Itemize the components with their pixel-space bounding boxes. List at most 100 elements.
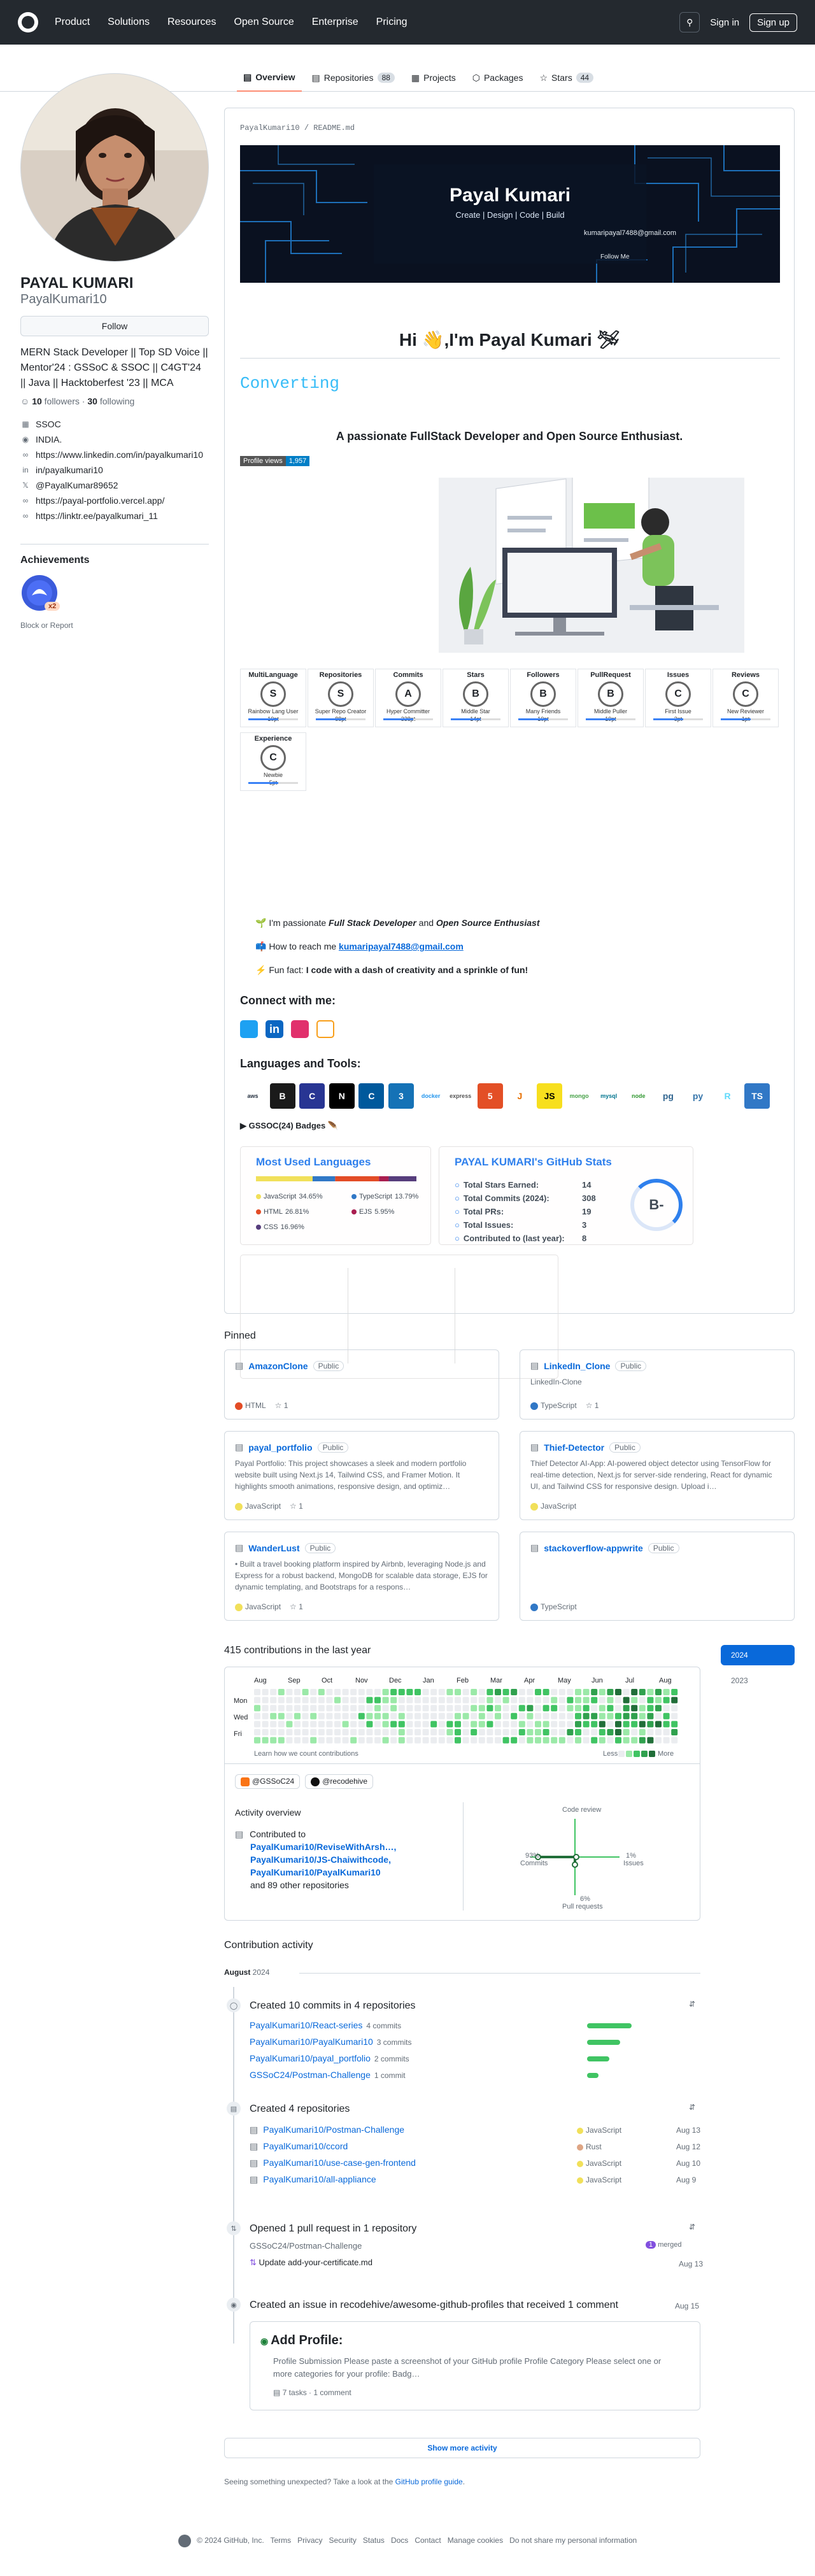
contribution-day[interactable] [294, 1712, 301, 1719]
contribution-day[interactable] [486, 1737, 493, 1744]
contribution-day[interactable] [518, 1737, 525, 1744]
contribution-day[interactable] [471, 1737, 478, 1744]
contribution-day[interactable] [342, 1705, 349, 1712]
contribution-day[interactable] [655, 1705, 662, 1712]
tab-overview[interactable]: ▤ Overview [237, 64, 302, 92]
contribution-day[interactable] [446, 1705, 453, 1712]
contribution-day[interactable] [318, 1697, 325, 1704]
issue-card[interactable]: ◉ Add Profile: Profile Submission Please… [250, 2321, 700, 2410]
stars-link[interactable]: ☆ 1 [586, 1401, 599, 1410]
contribution-day[interactable] [462, 1712, 469, 1719]
repo-name-link[interactable]: AmazonClone [248, 1361, 308, 1371]
contribution-day[interactable] [342, 1721, 349, 1728]
contribution-day[interactable] [639, 1689, 646, 1695]
contribution-day[interactable] [350, 1721, 357, 1728]
contribution-day[interactable] [310, 1712, 317, 1719]
contribution-day[interactable] [318, 1705, 325, 1712]
footer-docs[interactable]: Docs [391, 2536, 408, 2545]
contribution-day[interactable] [567, 1705, 574, 1712]
contribution-day[interactable] [270, 1737, 277, 1744]
contribution-day[interactable] [462, 1737, 469, 1744]
contribution-day[interactable] [663, 1737, 670, 1744]
contribution-day[interactable] [575, 1689, 581, 1695]
contribution-day[interactable] [462, 1689, 469, 1695]
contribution-day[interactable] [358, 1721, 365, 1728]
contribution-day[interactable] [310, 1729, 317, 1735]
contribution-day[interactable] [398, 1721, 405, 1728]
contribution-day[interactable] [278, 1721, 285, 1728]
collapse-icon[interactable]: ⇵ [689, 2103, 695, 2112]
contribution-day[interactable] [382, 1737, 389, 1744]
contribution-day[interactable] [575, 1721, 581, 1728]
contribution-day[interactable] [446, 1737, 453, 1744]
contribution-day[interactable] [495, 1689, 501, 1695]
detail-text[interactable]: https://www.linkedin.com/in/payalkumari1… [36, 447, 203, 462]
contribution-day[interactable] [663, 1712, 670, 1719]
contribution-day[interactable] [374, 1729, 381, 1735]
contribution-day[interactable] [350, 1712, 357, 1719]
instagram-icon[interactable] [291, 1020, 309, 1038]
contribution-day[interactable] [478, 1721, 485, 1728]
nav-open-source[interactable]: Open Source [234, 17, 294, 28]
contribution-day[interactable] [406, 1697, 413, 1704]
contribution-day[interactable] [415, 1697, 421, 1704]
tool-icon[interactable]: 5 [477, 1083, 503, 1109]
contribution-day[interactable] [599, 1689, 606, 1695]
contribution-day[interactable] [486, 1705, 493, 1712]
contribution-day[interactable] [486, 1697, 493, 1704]
tool-icon[interactable]: py [685, 1083, 711, 1109]
tool-icon[interactable]: 3 [388, 1083, 414, 1109]
block-report-link[interactable]: Block or Report [20, 621, 209, 630]
contribution-day[interactable] [663, 1689, 670, 1695]
contribution-day[interactable] [390, 1737, 397, 1744]
contribution-day[interactable] [631, 1705, 638, 1712]
achievement-badge[interactable]: x2 [20, 574, 61, 615]
contribution-day[interactable] [567, 1729, 574, 1735]
show-more-activity-button[interactable]: Show more activity [224, 2438, 700, 2458]
stackoverflow-icon[interactable] [316, 1020, 334, 1038]
contribution-day[interactable] [278, 1729, 285, 1735]
contribution-day[interactable] [455, 1737, 461, 1744]
contribution-day[interactable] [422, 1705, 429, 1712]
contribution-day[interactable] [495, 1729, 501, 1735]
tool-icon[interactable]: N [329, 1083, 355, 1109]
contribution-day[interactable] [486, 1712, 493, 1719]
repo-link[interactable]: GSSoC24/Postman-Challenge [250, 2070, 371, 2080]
contribution-day[interactable] [583, 1689, 590, 1695]
contribution-day[interactable] [471, 1697, 478, 1704]
contribution-day[interactable] [390, 1721, 397, 1728]
contribution-day[interactable] [527, 1712, 534, 1719]
tool-icon[interactable]: mysql [596, 1083, 622, 1109]
contribution-day[interactable] [398, 1712, 405, 1719]
contribution-day[interactable] [623, 1705, 630, 1712]
repo-link[interactable]: PayalKumari10/JS-Chaiwithcode, [250, 1854, 391, 1865]
footer-status[interactable]: Status [363, 2536, 385, 2545]
contribution-day[interactable] [551, 1729, 558, 1735]
contribution-day[interactable] [415, 1729, 421, 1735]
contribution-day[interactable] [567, 1697, 574, 1704]
github-logo-icon[interactable] [18, 12, 38, 32]
footer-cookies[interactable]: Manage cookies [448, 2536, 503, 2545]
contribution-day[interactable] [495, 1697, 501, 1704]
contribution-day[interactable] [623, 1729, 630, 1735]
contribution-day[interactable] [671, 1721, 678, 1728]
contribution-day[interactable] [326, 1737, 333, 1744]
contribution-day[interactable] [262, 1737, 269, 1744]
collapse-icon[interactable]: ⇵ [689, 2223, 695, 2231]
contribution-day[interactable] [430, 1697, 437, 1704]
year-2024[interactable]: 2024 [721, 1645, 795, 1665]
contribution-day[interactable] [527, 1697, 534, 1704]
contribution-day[interactable] [511, 1689, 518, 1695]
contribution-day[interactable] [599, 1729, 606, 1735]
contribution-day[interactable] [542, 1712, 549, 1719]
contribution-day[interactable] [302, 1721, 309, 1728]
contribution-day[interactable] [270, 1705, 277, 1712]
contribution-day[interactable] [398, 1697, 405, 1704]
contribution-day[interactable] [302, 1689, 309, 1695]
contribution-day[interactable] [615, 1721, 621, 1728]
contribution-day[interactable] [254, 1689, 260, 1695]
commit-count[interactable]: 3 commits [377, 2038, 412, 2047]
contribution-day[interactable] [326, 1712, 333, 1719]
contribution-day[interactable] [551, 1689, 558, 1695]
learn-link[interactable]: Learn how we count contributions [254, 1750, 358, 1758]
